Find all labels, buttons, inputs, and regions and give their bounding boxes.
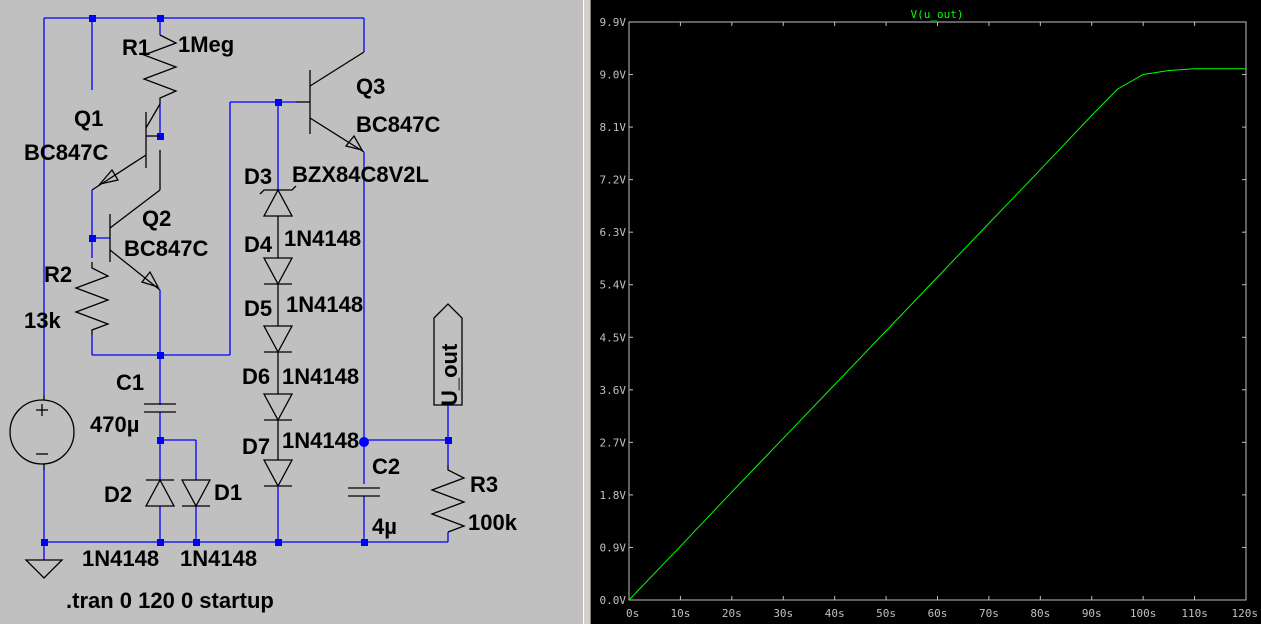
d5-ref: D5: [244, 296, 272, 321]
c1-ref: C1: [116, 370, 144, 395]
y-tick-label: 3.6V: [600, 384, 627, 397]
x-tick-label: 120s: [1232, 607, 1259, 620]
x-tick-label: 90s: [1082, 607, 1102, 620]
c2-ref: C2: [372, 454, 400, 479]
resistor-r2[interactable]: R2 13k: [24, 262, 110, 335]
net-label-u-out[interactable]: U_out: [433, 303, 463, 406]
transistor-q3[interactable]: Q3 BC847C: [296, 51, 440, 153]
q2-value: BC847C: [124, 236, 208, 261]
y-tick-label: 0.0V: [600, 594, 627, 607]
d2-value: 1N4148: [82, 546, 159, 571]
q3-ref: Q3: [356, 74, 385, 99]
r1-value: 1Meg: [178, 32, 234, 57]
c2-value: 4µ: [372, 514, 397, 539]
r3-value: 100k: [468, 510, 518, 535]
spice-directive[interactable]: .tran 0 120 0 startup: [66, 588, 274, 613]
x-tick-label: 100s: [1130, 607, 1157, 620]
x-tick-label: 60s: [928, 607, 948, 620]
capacitor-c1[interactable]: C1 470µ: [90, 370, 176, 437]
y-tick-label: 6.3V: [600, 226, 627, 239]
diode-d1[interactable]: D1 1N4148: [180, 479, 257, 571]
y-tick-label: 8.1V: [600, 121, 627, 134]
q3-value: BC847C: [356, 112, 440, 137]
d7-ref: D7: [242, 434, 270, 459]
x-tick-label: 10s: [670, 607, 690, 620]
x-tick-label: 20s: [722, 607, 742, 620]
net-label-text: U_out: [437, 343, 462, 406]
q1-value: BC847C: [24, 140, 108, 165]
r2-value: 13k: [24, 308, 61, 333]
d7-value: 1N4148: [282, 428, 359, 453]
d4-ref: D4: [244, 232, 273, 257]
d3-value: BZX84C8V2L: [292, 162, 429, 187]
x-tick-label: 0s: [626, 607, 639, 620]
x-tick-label: 70s: [979, 607, 999, 620]
d3-ref: D3: [244, 164, 272, 189]
resistor-r1[interactable]: R1 1Meg: [122, 32, 234, 104]
y-tick-label: 1.8V: [600, 489, 627, 502]
transistor-q2[interactable]: Q2 BC847C: [109, 150, 208, 291]
x-tick-label: 30s: [773, 607, 793, 620]
ground-symbol[interactable]: [24, 559, 64, 579]
y-tick-label: 5.4V: [600, 279, 627, 292]
q2-ref: Q2: [142, 206, 171, 231]
y-tick-label: 0.9V: [600, 541, 627, 554]
y-tick-label: 7.2V: [600, 174, 627, 187]
c1-value: 470µ: [90, 412, 139, 437]
schematic-editor[interactable]: R1 1Meg Q1 BC847C Q2 BC847C R2 13k C1 47…: [0, 0, 583, 624]
x-tick-label: 110s: [1181, 607, 1208, 620]
y-axis: 0.0V 0.9V 1.8V 2.7V 3.6V 4.5V 5.4V 6.3V 7.2V 8.1V…: [600, 16, 1246, 607]
diode-d7[interactable]: D7 1N4148: [242, 428, 359, 488]
r3-ref: R3: [470, 472, 498, 497]
trace-v-u-out[interactable]: [628, 68, 1246, 601]
capacitor-c2[interactable]: C2 4µ: [348, 454, 400, 539]
d5-value: 1N4148: [286, 292, 363, 317]
resistor-r3[interactable]: R3 100k: [430, 465, 518, 535]
y-tick-label: 9.0V: [600, 69, 627, 82]
r1-ref: R1: [122, 35, 150, 60]
x-axis: 0s 10s 20s 30s 40s 50s 60s 70s 80s 90s 100s 110s 120…: [626, 22, 1258, 620]
d2-ref: D2: [104, 482, 132, 507]
plot-title[interactable]: V(u_out): [911, 8, 964, 21]
voltage-source[interactable]: [9, 395, 75, 470]
y-tick-label: 2.7V: [600, 436, 627, 449]
x-tick-label: 80s: [1030, 607, 1050, 620]
y-tick-label: 4.5V: [600, 331, 627, 344]
d6-ref: D6: [242, 364, 270, 389]
pane-splitter[interactable]: [583, 0, 591, 624]
y-tick-label: 9.9V: [600, 16, 627, 29]
waveform-viewer[interactable]: V(u_out) 0.0V 0.9V 1.8V 2.7V 3.6V 4.5V 5.4V 6.3…: [591, 0, 1261, 624]
d4-value: 1N4148: [284, 226, 361, 251]
d6-value: 1N4148: [282, 364, 359, 389]
x-tick-label: 50s: [876, 607, 896, 620]
x-tick-label: 40s: [825, 607, 845, 620]
r2-ref: R2: [44, 262, 72, 287]
q1-ref: Q1: [74, 106, 103, 131]
plot-frame: [628, 21, 1247, 601]
d1-ref: D1: [214, 480, 242, 505]
d1-value: 1N4148: [180, 546, 257, 571]
